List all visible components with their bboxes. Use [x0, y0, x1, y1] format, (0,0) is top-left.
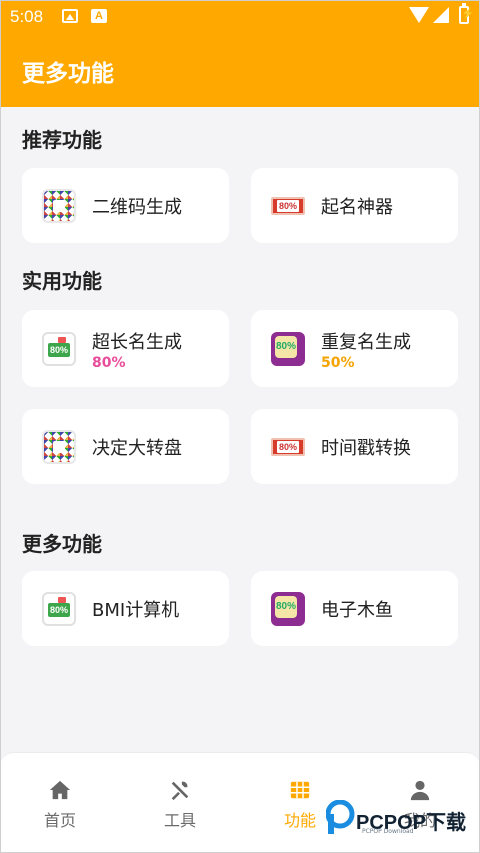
home-icon	[49, 780, 71, 800]
image-notification-icon	[62, 9, 78, 23]
tools-icon	[171, 781, 189, 801]
pcpop-logo-icon	[326, 800, 355, 834]
status-bar: 5:08 A ⚡	[0, 0, 480, 34]
feature-card-bmi-calculator[interactable]: 80% BMI计算机	[22, 571, 229, 646]
feature-label: 重复名生成	[321, 332, 411, 353]
feature-label: 起名神器	[321, 196, 393, 218]
status-time: 5:08	[10, 7, 44, 26]
purple-badge-icon: 80%	[271, 331, 305, 366]
badge-icon-text: 80%	[48, 342, 70, 357]
feature-label: 决定大转盘	[92, 437, 182, 459]
badge-icon-text: 80%	[48, 602, 70, 617]
section-title-more: 更多功能	[22, 532, 102, 556]
feature-card-long-name[interactable]: 80% 超长名生成 80%	[22, 310, 229, 387]
feature-card-wooden-fish[interactable]: 80% 电子木鱼	[251, 571, 458, 646]
purple-badge-icon-text: 80%	[275, 595, 297, 618]
grid-icon	[290, 781, 310, 799]
user-icon	[410, 780, 430, 801]
watermark-subtext: PCPOP Download	[362, 828, 414, 835]
feature-percent: 80%	[92, 355, 126, 371]
feature-label: 时间戳转换	[321, 437, 411, 459]
feature-label: 超长名生成	[92, 332, 182, 353]
feature-percent: 50%	[321, 355, 355, 371]
purple-badge-icon-text: 80%	[275, 335, 297, 358]
app-notification-icon: A	[91, 9, 107, 23]
ticket-icon: 80%	[271, 196, 305, 215]
ticket-icon-text: 80%	[277, 440, 299, 453]
feature-card-duplicate-name[interactable]: 80% 重复名生成 50%	[251, 310, 458, 387]
battery-bolt: ⚡	[461, 8, 475, 20]
qr-code-icon	[42, 429, 76, 464]
feature-card-name-generator[interactable]: 80% 起名神器	[251, 168, 458, 243]
section-title-practical: 实用功能	[22, 269, 102, 293]
qr-code-icon	[42, 188, 76, 223]
feature-label: 二维码生成	[92, 196, 182, 218]
signal-icon	[433, 7, 449, 23]
battery-charging-icon: ⚡	[459, 3, 475, 24]
feature-card-timestamp-convert[interactable]: 80% 时间戳转换	[251, 409, 458, 484]
page-title: 更多功能	[22, 61, 114, 87]
nav-label: 首页	[43, 811, 76, 830]
ticket-icon-text: 80%	[277, 199, 299, 212]
app-bar: 更多功能	[0, 34, 480, 107]
watermark: PCPOP下载 PCPOP Download	[326, 800, 476, 840]
purple-badge-icon: 80%	[271, 591, 305, 626]
badge-icon: 80%	[42, 331, 76, 366]
wifi-icon	[409, 7, 429, 23]
nav-item-home[interactable]: 首页	[0, 753, 120, 853]
nav-label: 工具	[163, 811, 196, 830]
feature-label: 电子木鱼	[321, 599, 393, 621]
feature-card-decision-wheel[interactable]: 决定大转盘	[22, 409, 229, 484]
section-title-recommended: 推荐功能	[22, 128, 102, 152]
badge-icon: 80%	[42, 591, 76, 626]
ticket-icon: 80%	[271, 437, 305, 456]
feature-card-qr-generator[interactable]: 二维码生成	[22, 168, 229, 243]
feature-label: BMI计算机	[92, 599, 180, 621]
nav-item-tools[interactable]: 工具	[120, 753, 240, 853]
